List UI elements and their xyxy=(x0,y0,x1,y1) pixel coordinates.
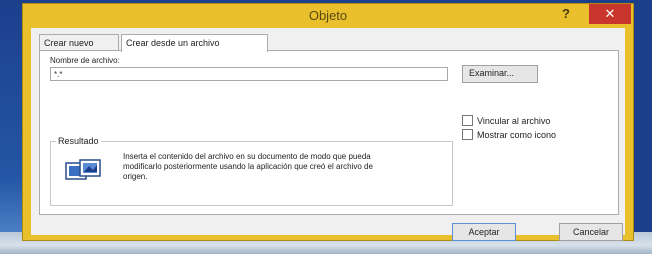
tab-create-new[interactable]: Crear nuevo xyxy=(39,34,119,51)
result-description: Inserta el contenido del archivo en su d… xyxy=(123,152,373,181)
object-dialog: Objeto ? ✕ Crear nuevo Crear desde un ar… xyxy=(22,3,634,241)
result-group: Resultado Inserta el contenido del archi… xyxy=(50,136,453,206)
tab-create-from-file[interactable]: Crear desde un archivo xyxy=(121,34,268,52)
dialog-body: Crear nuevo Crear desde un archivo Nombr… xyxy=(31,28,625,241)
display-as-icon-checkbox[interactable]: Mostrar como icono xyxy=(462,129,556,140)
insert-object-icon xyxy=(65,159,101,180)
desktop-background xyxy=(0,0,22,254)
close-button[interactable]: ✕ xyxy=(589,4,631,24)
tab-panel: Nombre de archivo: Examinar... Vincular … xyxy=(39,50,619,215)
dialog-title: Objeto xyxy=(308,8,348,23)
ok-button[interactable]: Aceptar xyxy=(452,223,516,241)
browse-button[interactable]: Examinar... xyxy=(462,65,538,83)
link-to-file-label: Vincular al archivo xyxy=(477,116,551,126)
title-bar: Objeto ? ✕ xyxy=(23,4,633,27)
file-name-input[interactable] xyxy=(50,67,448,81)
close-icon: ✕ xyxy=(604,6,616,21)
file-name-label: Nombre de archivo: xyxy=(50,56,120,65)
display-as-icon-label: Mostrar como icono xyxy=(477,130,557,140)
help-button[interactable]: ? xyxy=(555,6,577,24)
checkbox-box xyxy=(462,129,473,140)
checkbox-box xyxy=(462,115,473,126)
result-legend: Resultado xyxy=(56,136,101,146)
link-to-file-checkbox[interactable]: Vincular al archivo xyxy=(462,115,550,126)
cancel-button[interactable]: Cancelar xyxy=(559,223,623,241)
